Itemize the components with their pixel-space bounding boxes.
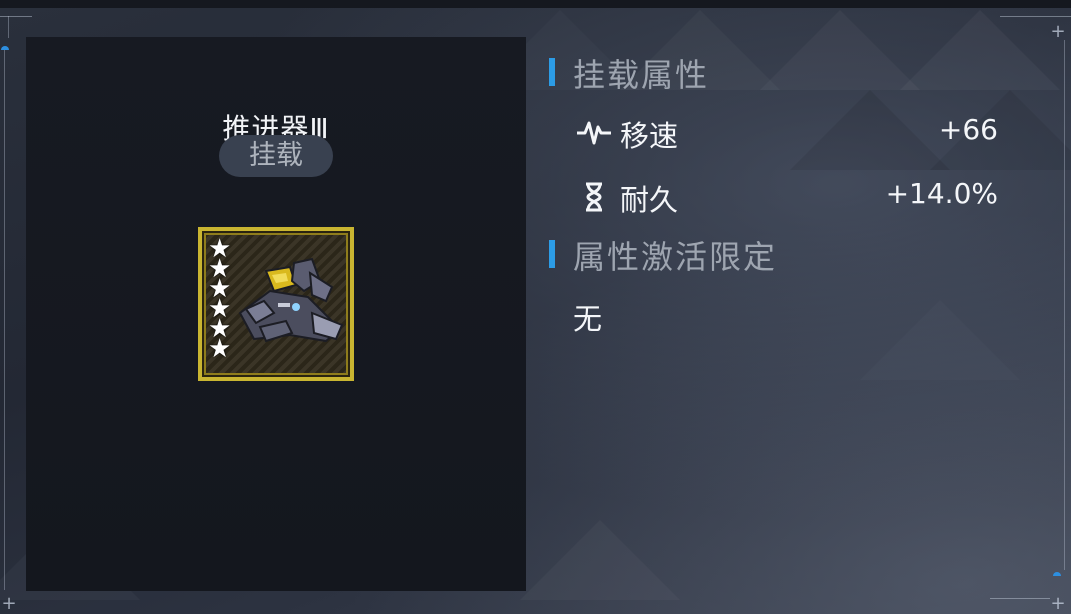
attribute-value: +66 (938, 113, 998, 146)
hourglass-icon (586, 182, 602, 212)
frame-plus-icon: + (1050, 21, 1066, 42)
frame-corner-line (990, 598, 1050, 599)
attribute-name: 移速 (620, 119, 679, 153)
section-accent-bar (549, 240, 555, 268)
item-panel: 推进器Ⅲ 挂载 ★ ★ ★ ★ ★ ★ (26, 37, 526, 591)
section-accent-bar (549, 58, 555, 86)
activation-limit-title: 属性激活限定 (573, 238, 778, 276)
attribute-row-durability: 耐久 +14.0% (576, 177, 998, 217)
frame-corner-line (0, 16, 32, 17)
thruster-ship-icon (238, 257, 344, 343)
frame-corner-line (1000, 16, 1071, 17)
speed-pulse-icon (577, 121, 611, 145)
attribute-name: 耐久 (620, 183, 679, 217)
frame-corner-line (8, 16, 9, 38)
frame-side-line (4, 50, 5, 590)
frame-marker (1053, 572, 1061, 576)
item-tag-badge: 挂载 (219, 135, 333, 177)
mount-attributes-title: 挂载属性 (573, 56, 710, 94)
activation-limit-value: 无 (573, 302, 603, 336)
item-icon[interactable]: ★ ★ ★ ★ ★ ★ (198, 227, 354, 381)
frame-side-line (1064, 40, 1065, 570)
frame-plus-icon: + (1050, 593, 1066, 614)
frame-plus-icon: + (1, 593, 17, 614)
attribute-row-speed: 移速 +66 (576, 113, 998, 153)
attribute-value: +14.0% (885, 177, 998, 210)
frame-marker (1, 46, 9, 50)
